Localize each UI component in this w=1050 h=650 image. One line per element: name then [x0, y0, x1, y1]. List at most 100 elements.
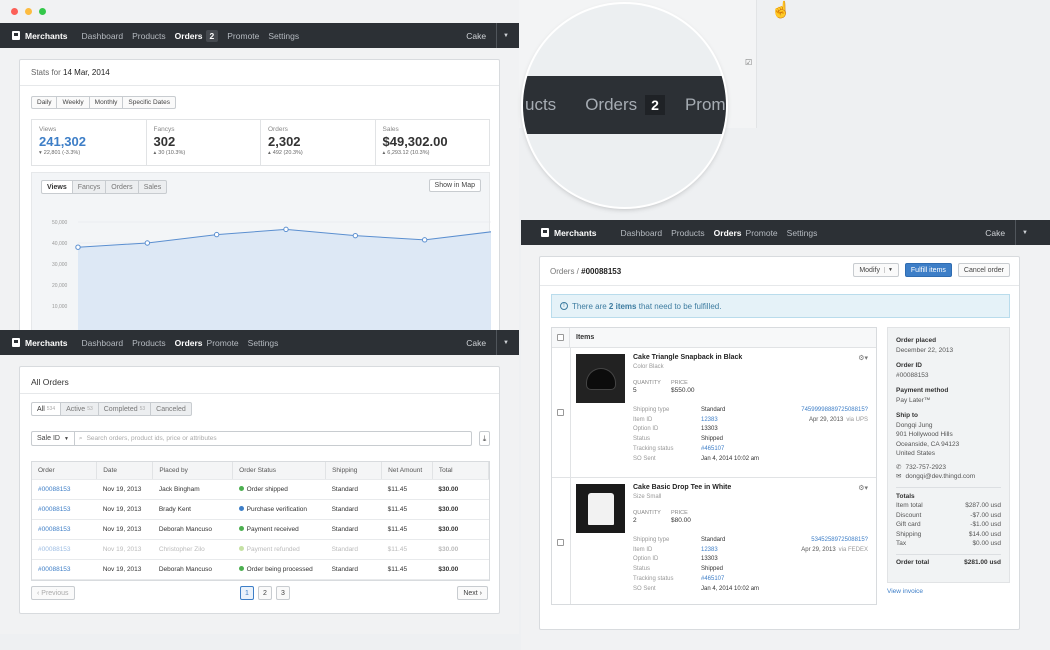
column-header[interactable]: Order: [32, 462, 98, 480]
tab-sales[interactable]: Sales: [137, 180, 168, 194]
search-input[interactable]: ⌕ Search orders, product ids, price or at…: [73, 431, 472, 446]
nav-settings[interactable]: Settings: [787, 228, 818, 238]
maximize-window-button[interactable]: [39, 8, 46, 15]
detail-label: Option ID: [633, 556, 659, 563]
order-link[interactable]: #00088153: [32, 559, 97, 580]
page-2-button[interactable]: 2: [258, 586, 272, 600]
metric-change-value: 22,801 (-3.3%): [43, 150, 81, 156]
detail-value[interactable]: 12383: [701, 417, 718, 423]
metric-fancys[interactable]: Fancys 302 ▴ 30 (10.3%): [145, 120, 261, 165]
metric-orders[interactable]: Orders 2,302 ▴ 492 (20.3%): [260, 120, 375, 165]
range-specific-dates[interactable]: Specific Dates: [122, 96, 176, 109]
filter-count: 534: [46, 406, 56, 412]
nav-products[interactable]: Products: [671, 228, 705, 238]
nav-settings[interactable]: Settings: [248, 338, 279, 348]
item-name[interactable]: Cake Basic Drop Tee in White: [633, 484, 731, 491]
table-row[interactable]: #00088153 Nov 19, 2013 Jack Bingham Order s…: [32, 479, 489, 500]
data-point[interactable]: [352, 232, 359, 239]
nav-dashboard[interactable]: Dashboard: [82, 338, 124, 348]
window-controls: [0, 0, 519, 23]
range-monthly[interactable]: Monthly: [88, 96, 124, 109]
totals-value: $0.00 usd: [972, 540, 1001, 547]
data-point[interactable]: [144, 240, 151, 246]
order-link[interactable]: #00088153: [32, 519, 97, 540]
user-menu[interactable]: Cake ▼: [466, 23, 509, 48]
cancel-order-button[interactable]: Cancel order: [957, 263, 1010, 277]
column-header[interactable]: Placed by: [152, 462, 234, 480]
payment-method-label: Payment method: [896, 387, 949, 394]
filter-all[interactable]: All 534: [31, 402, 62, 416]
tab-orders[interactable]: Orders: [105, 180, 139, 194]
stats-date: 14 Mar, 2014: [63, 68, 110, 77]
column-header[interactable]: Total: [432, 462, 490, 480]
table-row[interactable]: #00088153 Nov 19, 2013 Deborah Mancuso Orde…: [32, 559, 489, 580]
metric-views[interactable]: Views 241,302 ▾ 22,801 (-3.3%): [32, 120, 146, 165]
filter-active[interactable]: Active 53: [60, 402, 99, 416]
ship-to-label: Ship to: [896, 412, 919, 419]
data-point[interactable]: [75, 244, 81, 250]
detail-value[interactable]: #465107: [701, 576, 724, 582]
order-link[interactable]: #00088153: [32, 499, 97, 520]
tab-fancys[interactable]: Fancys: [71, 180, 107, 194]
range-daily[interactable]: Daily: [31, 96, 58, 109]
data-point[interactable]: [213, 231, 220, 238]
table-row[interactable]: #00088153 Nov 19, 2013 Christopher Zilo Pay…: [32, 539, 489, 560]
export-button[interactable]: ⤓: [478, 431, 490, 446]
order-date: Nov 19, 2013: [96, 519, 153, 540]
metric-sales[interactable]: Sales $49,302.00 ▴ 6,293.12 (10.3%): [374, 120, 490, 165]
filter-completed[interactable]: Completed 53: [97, 402, 152, 416]
brand[interactable]: Merchants: [541, 228, 597, 238]
tshirt-icon: [587, 492, 614, 525]
next-page-button[interactable]: Next ›: [457, 586, 488, 600]
brand[interactable]: Merchants: [12, 338, 68, 348]
brand[interactable]: Merchants: [12, 31, 68, 41]
data-point[interactable]: [421, 237, 428, 243]
close-window-button[interactable]: [11, 8, 18, 15]
user-menu[interactable]: Cake ▼: [466, 330, 509, 355]
fulfill-items-button[interactable]: Fulfill items: [904, 263, 952, 277]
table-row[interactable]: #00088153 Nov 19, 2013 Deborah Mancuso Paym…: [32, 519, 489, 540]
item-checkbox[interactable]: [557, 409, 564, 416]
range-weekly[interactable]: Weekly: [56, 96, 90, 109]
breadcrumb-orders-link[interactable]: Orders /: [550, 267, 579, 276]
nav-products[interactable]: Products: [132, 31, 166, 41]
nav-promote[interactable]: Promote: [207, 338, 239, 348]
tracking-number-link[interactable]: 7459999888972508815?: [801, 407, 868, 413]
order-link[interactable]: #00088153: [32, 479, 97, 500]
order-link[interactable]: #00088153: [32, 539, 97, 560]
nav-dashboard[interactable]: Dashboard: [621, 228, 663, 238]
gear-icon[interactable]: ⚙▾: [858, 354, 868, 362]
select-all-checkbox[interactable]: [557, 334, 564, 341]
nav-orders[interactable]: Orders: [175, 338, 203, 348]
nav-dashboard[interactable]: Dashboard: [82, 31, 124, 41]
tracking-number-link[interactable]: 5345258972508815?: [811, 537, 868, 543]
column-header[interactable]: Date: [96, 462, 154, 480]
modify-dropdown[interactable]: Modify ▼: [853, 263, 899, 277]
previous-page-button[interactable]: ‹ Previous: [31, 586, 75, 600]
column-header[interactable]: Order Status: [232, 462, 327, 480]
item-name[interactable]: Cake Triangle Snapback in Black: [633, 354, 742, 361]
table-row[interactable]: #00088153 Nov 19, 2013 Brady Kent Purchase …: [32, 499, 489, 520]
nav-promote[interactable]: Promote: [746, 228, 778, 238]
column-header[interactable]: Net Amount: [381, 462, 433, 480]
nav-promote[interactable]: Promote: [227, 31, 259, 41]
user-menu[interactable]: Cake ▼: [985, 220, 1028, 245]
data-point[interactable]: [283, 226, 289, 233]
search-field-select[interactable]: Sale ID ▼: [31, 431, 75, 446]
item-checkbox[interactable]: [557, 539, 564, 546]
detail-value[interactable]: 12383: [701, 547, 718, 553]
nav-settings[interactable]: Settings: [268, 31, 299, 41]
detail-value[interactable]: #465107: [701, 446, 724, 452]
nav-orders[interactable]: Orders 2: [175, 29, 219, 42]
nav-products[interactable]: Products: [132, 338, 166, 348]
view-invoice-link[interactable]: View invoice: [887, 588, 923, 595]
page-1-button[interactable]: 1: [240, 586, 254, 600]
show-in-map-button[interactable]: Show in Map: [428, 179, 481, 192]
filter-canceled[interactable]: Canceled: [150, 402, 192, 416]
column-header[interactable]: Shipping: [325, 462, 383, 480]
minimize-window-button[interactable]: [25, 8, 32, 15]
page-3-button[interactable]: 3: [276, 586, 290, 600]
tab-views[interactable]: Views: [41, 180, 73, 194]
nav-orders[interactable]: Orders: [714, 228, 742, 238]
gear-icon[interactable]: ⚙▾: [858, 484, 868, 492]
